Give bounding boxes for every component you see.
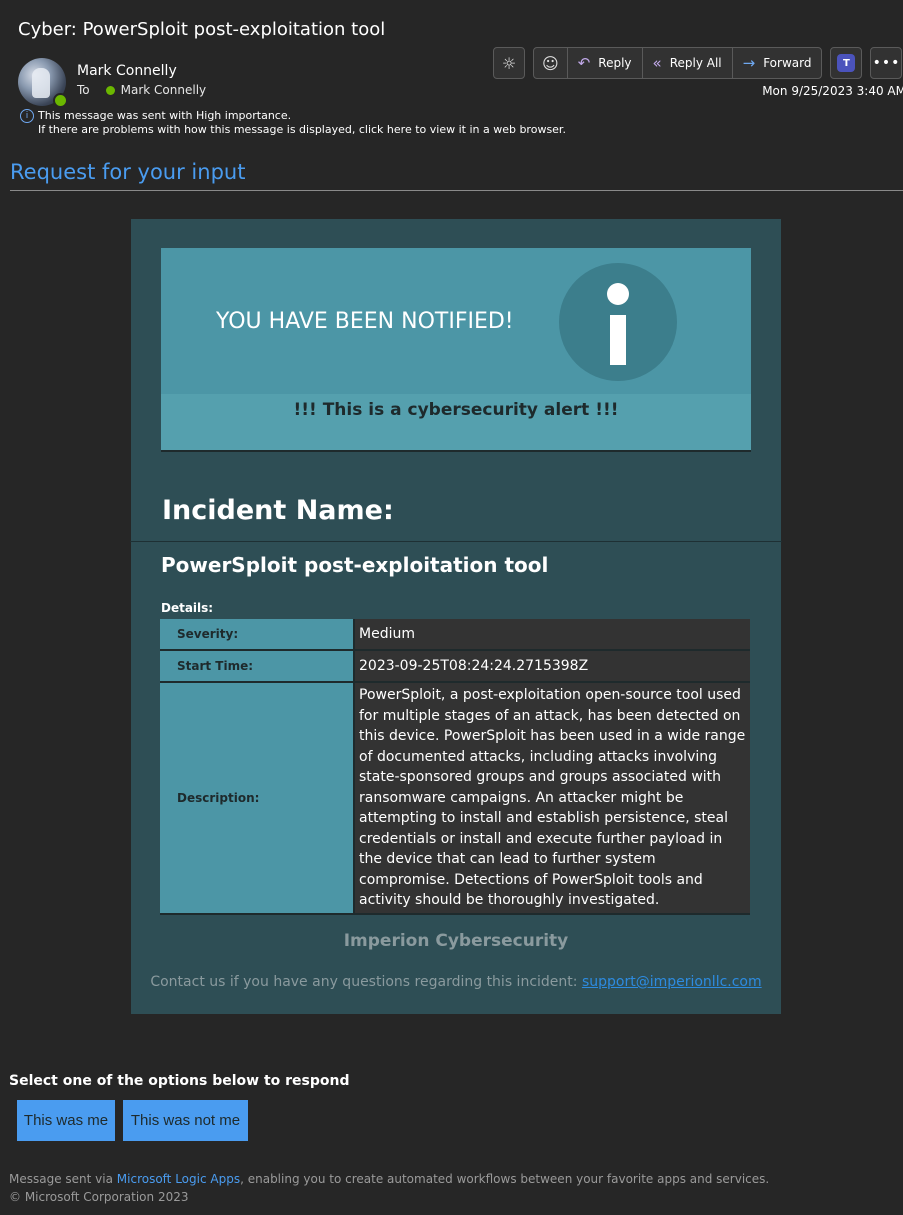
this-was-not-me-button[interactable]: This was not me xyxy=(123,1100,248,1141)
heading-divider xyxy=(10,190,903,191)
reply-label: Reply xyxy=(598,56,632,70)
teams-button[interactable]: T xyxy=(830,47,863,79)
forward-label: Forward xyxy=(763,56,812,70)
recipient-name[interactable]: Mark Connelly xyxy=(121,83,207,97)
description-value: PowerSploit, a post-exploitation open-so… xyxy=(354,682,750,915)
email-subject: Cyber: PowerSploit post-exploitation too… xyxy=(18,19,386,40)
alert-text: !!! This is a cybersecurity alert !!! xyxy=(293,400,619,420)
reply-all-button[interactable]: « Reply All xyxy=(643,48,733,78)
to-label: To xyxy=(77,83,90,97)
recipient-presence-icon xyxy=(105,85,115,95)
body-heading: Request for your input xyxy=(10,160,246,184)
copyright: © Microsoft Corporation 2023 xyxy=(9,1190,189,1204)
theme-toggle-button[interactable]: ☼ xyxy=(493,47,525,79)
more-actions-button[interactable]: ••• xyxy=(870,47,903,79)
avatar[interactable] xyxy=(18,58,68,108)
description-key: Description: xyxy=(160,682,355,915)
incident-name-label: Incident Name: xyxy=(162,495,394,526)
importance-notice: This message was sent with High importan… xyxy=(38,109,292,122)
table-row-description: Description: PowerSploit, a post-exploit… xyxy=(160,682,750,915)
info-icon-dot xyxy=(607,283,629,305)
footer-suffix: , enabling you to create automated workf… xyxy=(240,1172,770,1186)
severity-value: Medium xyxy=(354,619,750,651)
contact-line: Contact us if you have any questions reg… xyxy=(131,974,781,990)
recipient-line: To Mark Connelly xyxy=(77,83,206,97)
sender-name[interactable]: Mark Connelly xyxy=(77,63,177,79)
reply-icon: ↶ xyxy=(577,53,591,72)
support-email-link[interactable]: support@imperionllc.com xyxy=(582,974,762,990)
table-row-severity: Severity: Medium xyxy=(160,619,750,651)
details-table: Severity: Medium Start Time: 2023-09-25T… xyxy=(160,619,750,915)
brand-name: Imperion Cybersecurity xyxy=(343,931,569,951)
presence-indicator xyxy=(53,93,68,108)
details-label: Details: xyxy=(161,601,214,615)
more-icon: ••• xyxy=(872,55,901,71)
reply-button-group: ☺ ↶ Reply « Reply All → Forward xyxy=(533,47,823,79)
avatar-figure xyxy=(32,68,50,98)
notification-banner: YOU HAVE BEEN NOTIFIED! xyxy=(161,248,751,394)
reply-all-icon: « xyxy=(652,53,662,72)
alert-strip: !!! This is a cybersecurity alert !!! xyxy=(161,394,751,452)
emoji-icon: ☺ xyxy=(542,53,559,73)
footer: Message sent via Microsoft Logic Apps, e… xyxy=(9,1170,769,1206)
reply-all-label: Reply All xyxy=(669,56,722,70)
card-divider xyxy=(130,541,782,542)
alert-card: YOU HAVE BEEN NOTIFIED! !!! This is a cy… xyxy=(130,219,782,1014)
forward-button[interactable]: → Forward xyxy=(733,48,822,78)
react-button[interactable]: ☺ xyxy=(534,48,568,78)
incident-title: PowerSploit post-exploitation tool xyxy=(161,553,549,577)
message-toolbar: ☼ ☺ ↶ Reply « Reply All → Forward T ••• xyxy=(493,47,903,79)
forward-icon: → xyxy=(742,53,756,72)
logic-apps-link[interactable]: Microsoft Logic Apps xyxy=(117,1172,240,1186)
response-prompt: Select one of the options below to respo… xyxy=(9,1073,350,1089)
this-was-me-button[interactable]: This was me xyxy=(17,1100,115,1141)
info-circle-icon xyxy=(559,263,677,381)
footer-prefix: Message sent via xyxy=(9,1172,117,1186)
banner-text: YOU HAVE BEEN NOTIFIED! xyxy=(216,309,514,334)
start-time-key: Start Time: xyxy=(160,650,355,683)
message-notice: i This message was sent with High importa… xyxy=(20,109,566,137)
sent-date: Mon 9/25/2023 3:40 AM xyxy=(762,84,903,98)
table-row-start-time: Start Time: 2023-09-25T08:24:24.2715398Z xyxy=(160,650,750,683)
browser-view-link[interactable]: If there are problems with how this mess… xyxy=(20,123,566,137)
sun-icon: ☼ xyxy=(501,53,517,73)
info-icon-bar xyxy=(610,315,626,365)
reply-button[interactable]: ↶ Reply xyxy=(568,48,643,78)
severity-key: Severity: xyxy=(160,619,355,651)
teams-icon: T xyxy=(837,54,856,72)
info-icon: i xyxy=(20,109,34,123)
contact-text: Contact us if you have any questions reg… xyxy=(150,974,582,990)
start-time-value: 2023-09-25T08:24:24.2715398Z xyxy=(354,650,750,683)
